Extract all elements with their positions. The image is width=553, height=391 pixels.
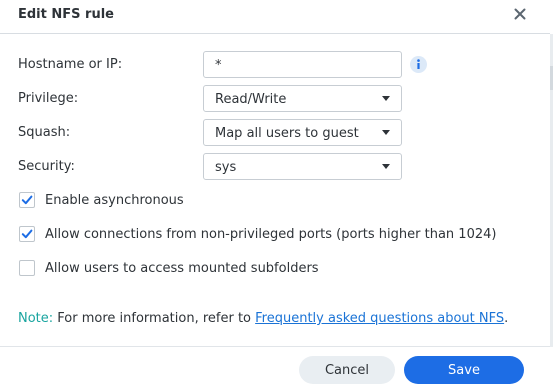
enable-asynchronous-label: Enable asynchronous bbox=[45, 192, 184, 208]
security-value: sys bbox=[215, 160, 237, 175]
close-button[interactable] bbox=[511, 5, 529, 23]
checkmark-icon bbox=[21, 229, 33, 239]
chevron-down-icon bbox=[382, 130, 390, 135]
mounted-subfolders-label: Allow users to access mounted subfolders bbox=[45, 260, 319, 276]
privilege-select[interactable]: Read/Write bbox=[203, 85, 402, 112]
non-privileged-ports-checkbox[interactable] bbox=[19, 226, 35, 242]
dialog-header: Edit NFS rule bbox=[0, 0, 550, 34]
cancel-button[interactable]: Cancel bbox=[299, 356, 395, 384]
security-select[interactable]: sys bbox=[203, 153, 402, 180]
squash-select[interactable]: Map all users to guest bbox=[203, 119, 402, 146]
save-button[interactable]: Save bbox=[404, 356, 524, 384]
enable-asynchronous-option[interactable]: Enable asynchronous bbox=[18, 190, 184, 210]
info-note: Note: For more information, refer to Fre… bbox=[18, 311, 508, 326]
note-prefix: Note: bbox=[18, 311, 54, 326]
mounted-subfolders-checkbox[interactable] bbox=[19, 260, 35, 276]
note-text: For more information, refer to bbox=[53, 311, 256, 326]
info-icon bbox=[417, 59, 420, 69]
enable-asynchronous-checkbox[interactable] bbox=[19, 192, 35, 208]
privilege-label: Privilege: bbox=[18, 91, 79, 106]
footer-divider bbox=[0, 346, 550, 347]
security-label: Security: bbox=[18, 159, 75, 174]
hostname-label: Hostname or IP: bbox=[18, 57, 123, 72]
checkmark-icon bbox=[21, 195, 33, 205]
close-icon bbox=[514, 8, 526, 20]
chevron-down-icon bbox=[382, 164, 390, 169]
hostname-info-button[interactable] bbox=[410, 56, 427, 73]
note-suffix: . bbox=[504, 311, 509, 326]
squash-label: Squash: bbox=[18, 125, 71, 140]
mounted-subfolders-option[interactable]: Allow users to access mounted subfolders bbox=[18, 258, 319, 278]
chevron-down-icon bbox=[382, 96, 390, 101]
squash-value: Map all users to guest bbox=[215, 126, 359, 141]
non-privileged-ports-option[interactable]: Allow connections from non-privileged po… bbox=[18, 224, 496, 244]
edit-nfs-rule-dialog: Edit NFS rule Hostname or IP: * Privileg… bbox=[0, 0, 553, 391]
faq-link[interactable]: Frequently asked questions about NFS bbox=[255, 311, 504, 326]
dialog-title: Edit NFS rule bbox=[18, 7, 114, 22]
hostname-input[interactable]: * bbox=[203, 51, 402, 78]
hostname-value: * bbox=[215, 58, 222, 73]
privilege-value: Read/Write bbox=[215, 92, 287, 107]
non-privileged-ports-label: Allow connections from non-privileged po… bbox=[45, 226, 497, 242]
